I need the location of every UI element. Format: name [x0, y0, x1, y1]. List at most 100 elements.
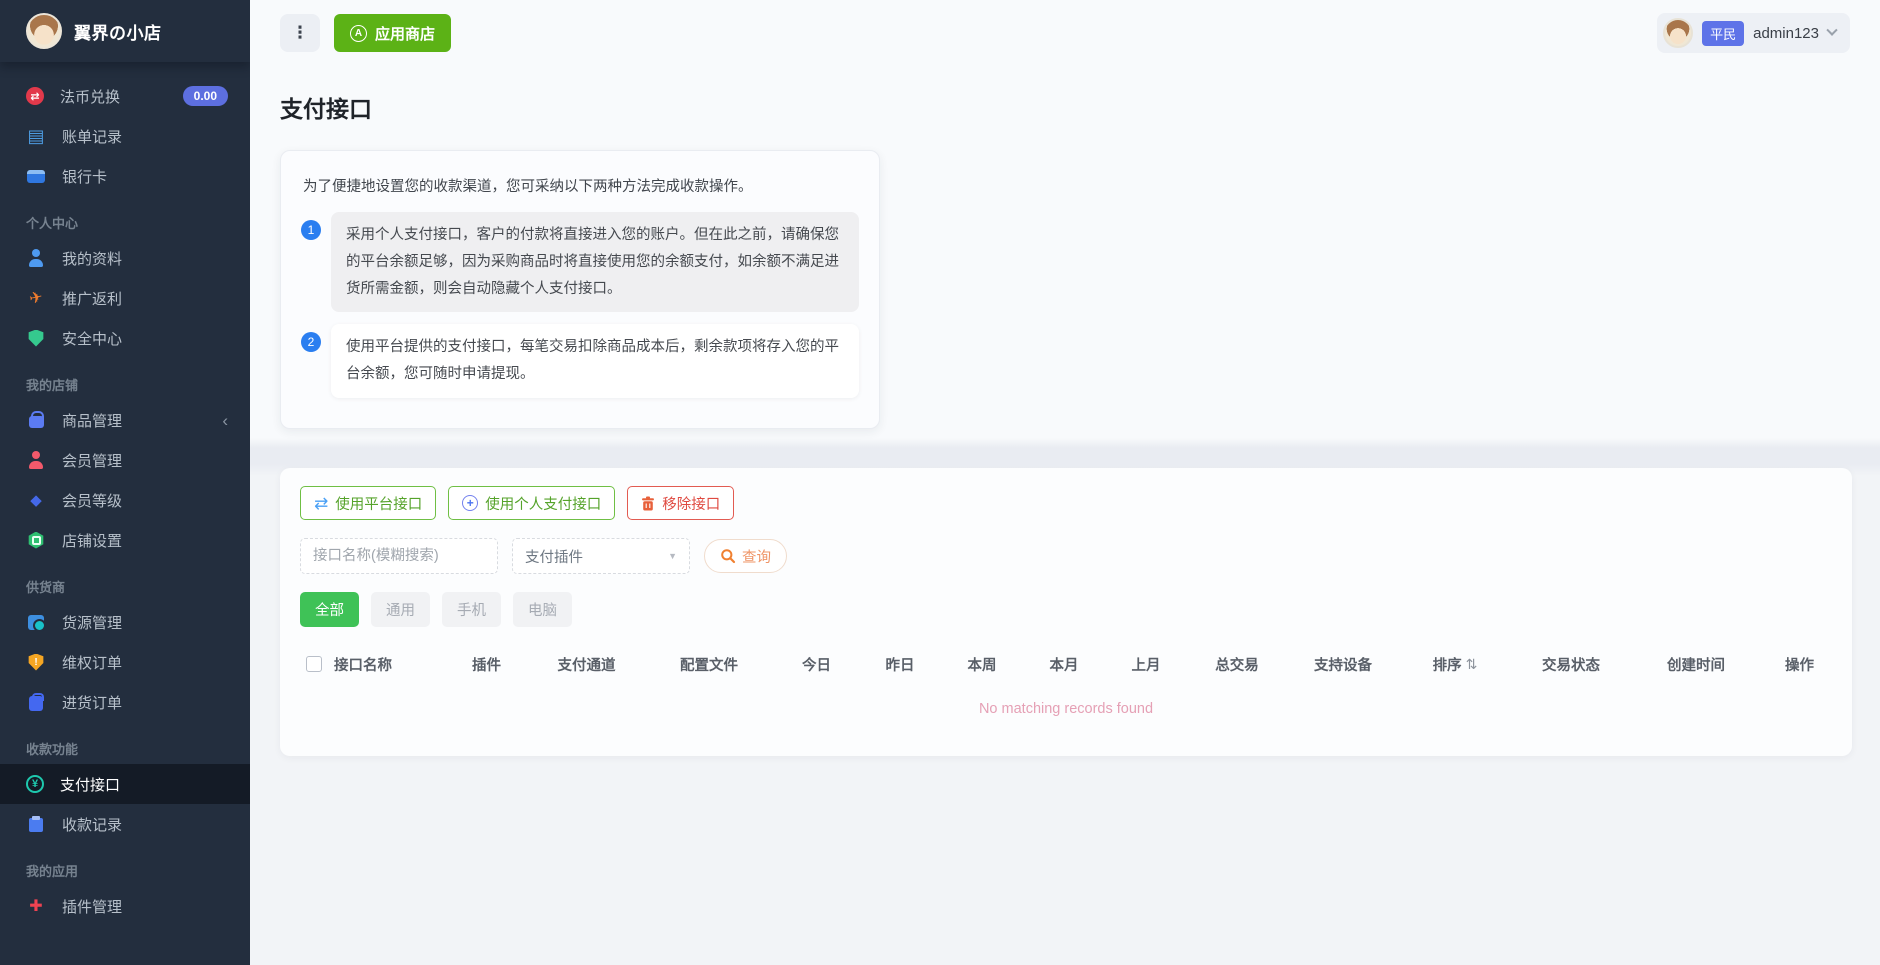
security-shield-icon [26, 328, 46, 348]
notice-item-2: 2 使用平台提供的支付接口，每笔交易扣除商品成本后，剩余款项将存入您的平台余额，… [301, 324, 859, 399]
sidebar-item-member-level[interactable]: ◆ 会员等级 [0, 480, 250, 520]
supply-source-icon [26, 612, 46, 632]
col-transaction-status: 交易状态 [1542, 657, 1600, 674]
notice-item-1: 1 采用个人支付接口，客户的付款将直接进入您的账户。但在此之前，请确保您的平台余… [301, 212, 859, 313]
balance-badge: 0.00 [182, 86, 228, 106]
interface-table-panel: ⇄ 使用平台接口 使用个人支付接口 移除接口 支付插件 ▼ 查询 [280, 468, 1852, 756]
number-badge-1: 1 [301, 220, 321, 240]
notice-text-1: 采用个人支付接口，客户的付款将直接进入您的账户。但在此之前，请确保您的平台余额足… [331, 212, 859, 313]
table-header-row: 接口名称 插件 支付通道 配置文件 今日 昨日 本周 本月 上月 总交易 支持设… [294, 643, 1838, 685]
col-this-week: 本周 [967, 657, 997, 674]
payment-plugin-select[interactable]: 支付插件 ▼ [512, 538, 690, 574]
use-platform-interface-button[interactable]: ⇄ 使用平台接口 [300, 486, 437, 520]
col-actions: 操作 [1785, 657, 1814, 674]
col-config-file: 配置文件 [680, 657, 738, 674]
sidebar-item-bank-card[interactable]: 银行卡 [0, 156, 250, 196]
payment-notice-card: 为了便捷地设置您的收款渠道，您可采纳以下两种方法完成收款操作。 1 采用个人支付… [280, 150, 880, 430]
sidebar-item-supply-management[interactable]: 货源管理 [0, 602, 250, 642]
col-plugin: 插件 [472, 657, 501, 674]
use-personal-interface-button[interactable]: 使用个人支付接口 [448, 486, 616, 520]
page-title: 支付接口 [280, 96, 372, 122]
col-total-transactions: 总交易 [1215, 657, 1259, 674]
user-avatar [1663, 18, 1694, 48]
payment-records-icon [26, 814, 46, 834]
sidebar-item-shop-settings[interactable]: 店铺设置 [0, 520, 250, 560]
section-supplier: 供货商 [26, 580, 66, 595]
search-icon [721, 549, 736, 564]
purchase-order-icon [26, 692, 46, 712]
notice-intro: 为了便捷地设置您的收款渠道，您可采纳以下两种方法完成收款操作。 [303, 179, 753, 195]
sidebar: 翼界の小店 ⇄ 法币兑换 0.00 ▤ 账单记录 银行卡 个人中心 我的资料 ✈… [0, 0, 250, 965]
filter-row: 支付插件 ▼ 查询 [294, 538, 1838, 574]
sidebar-item-profile[interactable]: 我的资料 [0, 238, 250, 278]
sidebar-item-security-center[interactable]: 安全中心 [0, 318, 250, 358]
sidebar-item-purchase-orders[interactable]: 进货订单 [0, 682, 250, 722]
col-today: 今日 [802, 657, 831, 674]
member-level-icon: ◆ [30, 492, 42, 509]
col-interface-name: 接口名称 [334, 657, 392, 674]
tab-all[interactable]: 全部 [300, 592, 359, 627]
sidebar-nav: ⇄ 法币兑换 0.00 ▤ 账单记录 银行卡 个人中心 我的资料 ✈ 推广返利 … [0, 62, 250, 926]
table-empty-message: No matching records found [978, 701, 1154, 717]
bill-records-icon: ▤ [27, 125, 45, 146]
query-button[interactable]: 查询 [704, 539, 787, 573]
col-sort[interactable]: 排序 ⇅ [1399, 654, 1511, 675]
trash-icon [642, 496, 655, 510]
bank-card-icon [26, 166, 46, 186]
plugin-icon: ✚ [29, 898, 43, 915]
sort-arrows-icon: ⇅ [1465, 655, 1478, 672]
section-payment-features: 收款功能 [26, 742, 79, 757]
col-payment-channel: 支付通道 [557, 657, 616, 674]
number-badge-2: 2 [301, 332, 321, 353]
chevron-left-icon: ‹ [222, 410, 228, 430]
col-yesterday: 昨日 [885, 657, 915, 674]
device-tabs: 全部 通用 手机 电脑 [294, 592, 1838, 627]
profile-icon [26, 248, 46, 268]
col-created-time: 创建时间 [1667, 657, 1725, 674]
select-all-cell [294, 656, 334, 672]
menu-dots-button[interactable]: ⋮ [280, 14, 320, 52]
payment-interface-icon: ¥ [26, 775, 44, 793]
actions-row: ⇄ 使用平台接口 使用个人支付接口 移除接口 [294, 486, 1838, 520]
col-this-month: 本月 [1049, 657, 1079, 674]
section-my-apps: 我的应用 [26, 864, 79, 879]
tab-desktop[interactable]: 电脑 [513, 592, 572, 627]
sidebar-item-currency-exchange[interactable]: ⇄ 法币兑换 0.00 [0, 76, 250, 116]
col-last-month: 上月 [1131, 657, 1161, 674]
product-bag-icon [26, 410, 46, 430]
select-caret-icon: ▼ [668, 551, 677, 561]
main-content: 支付接口 为了便捷地设置您的收款渠道，您可采纳以下两种方法完成收款操作。 1 采… [250, 66, 1880, 965]
section-my-shop: 我的店铺 [26, 378, 79, 393]
sidebar-item-product-management[interactable]: 商品管理 ‹ [0, 400, 250, 440]
app-store-button[interactable]: 应用商店 [334, 14, 452, 52]
sidebar-item-dispute-orders[interactable]: ! 维权订单 [0, 642, 250, 682]
user-menu[interactable]: 平民 admin123 [1657, 13, 1850, 53]
member-icon [26, 450, 46, 470]
role-badge: 平民 [1702, 20, 1745, 46]
tab-mobile[interactable]: 手机 [442, 592, 501, 627]
exchange-arrows-icon: ⇄ [314, 493, 329, 513]
sidebar-item-payment-records[interactable]: 收款记录 [0, 804, 250, 844]
notice-text-2: 使用平台提供的支付接口，每笔交易扣除商品成本后，剩余款项将存入您的平台余额，您可… [331, 324, 859, 399]
tab-general[interactable]: 通用 [371, 592, 430, 627]
app-store-icon [350, 24, 367, 42]
promotion-rebate-icon: ✈ [27, 288, 45, 309]
sidebar-item-bill-records[interactable]: ▤ 账单记录 [0, 116, 250, 156]
currency-exchange-icon: ⇄ [26, 87, 44, 105]
sidebar-item-member-management[interactable]: 会员管理 [0, 440, 250, 480]
section-personal-center: 个人中心 [26, 216, 79, 231]
sidebar-item-plugin-management[interactable]: ✚ 插件管理 [0, 886, 250, 926]
dispute-order-icon: ! [26, 652, 46, 672]
chevron-down-icon [1826, 24, 1838, 36]
col-supported-devices: 支持设备 [1314, 657, 1372, 674]
select-all-checkbox[interactable] [306, 656, 322, 672]
username: admin123 [1753, 24, 1819, 42]
brand-header: 翼界の小店 [0, 0, 250, 62]
topbar: ⋮ 应用商店 平民 admin123 [250, 0, 1880, 66]
interface-name-search-input[interactable] [300, 538, 498, 574]
shop-settings-icon [26, 530, 46, 550]
sidebar-item-payment-interface[interactable]: ¥ 支付接口 [0, 764, 250, 804]
sidebar-item-promotion-rebate[interactable]: ✈ 推广返利 [0, 278, 250, 318]
remove-interface-button[interactable]: 移除接口 [627, 486, 735, 520]
brand-logo-avatar [26, 13, 62, 49]
